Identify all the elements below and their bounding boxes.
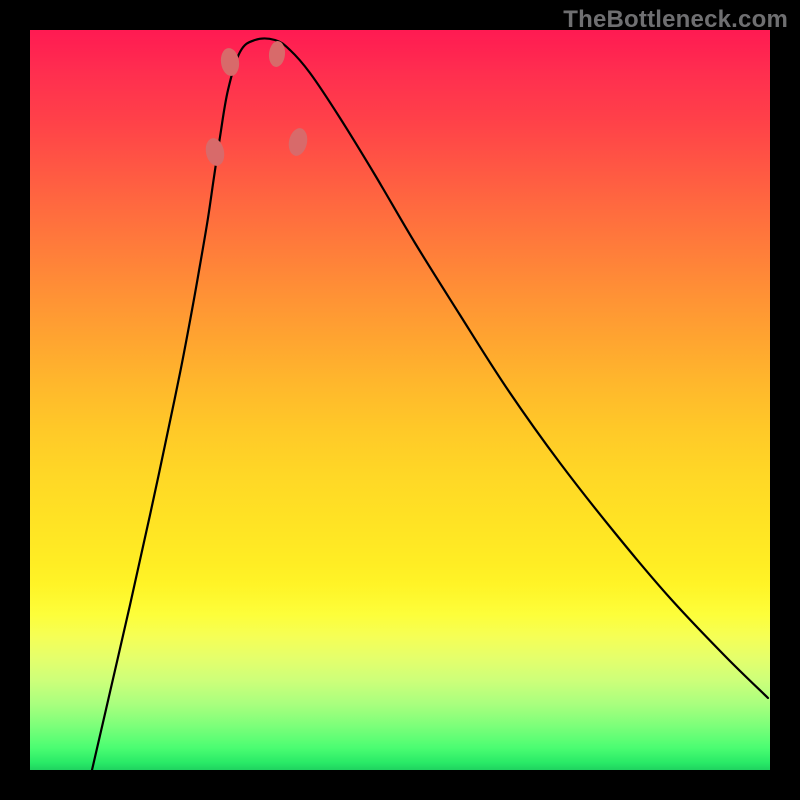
marker-left-upper: [203, 136, 226, 167]
marker-right-upper: [286, 126, 309, 157]
plot-area: [30, 30, 770, 770]
watermark: TheBottleneck.com: [563, 6, 788, 34]
marker-group: [203, 40, 309, 167]
curve-svg: [30, 30, 770, 770]
bottleneck-curve: [92, 38, 768, 770]
marker-left-lower: [219, 47, 241, 77]
chart-frame: TheBottleneck.com: [0, 0, 800, 800]
